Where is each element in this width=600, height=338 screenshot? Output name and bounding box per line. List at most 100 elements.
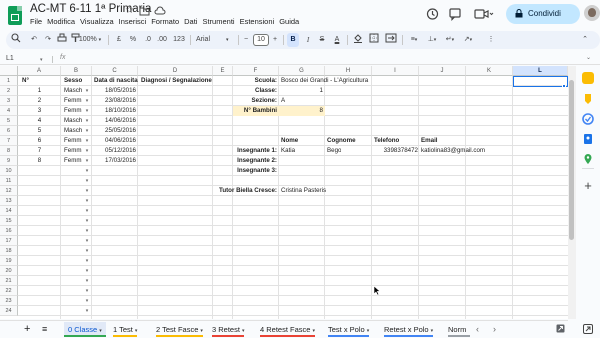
menu-estensioni[interactable]: Estensioni [240, 17, 275, 26]
student-data[interactable]: 18/10/2016 [92, 106, 136, 116]
student-data[interactable]: 18/05/2016 [92, 86, 136, 96]
sesso-dropdown-icon[interactable]: ▾ [84, 216, 90, 226]
horizontal-align-icon[interactable]: ≡▾ [406, 33, 422, 47]
redo-icon[interactable]: ↷ [42, 33, 54, 47]
student-n[interactable]: 4 [18, 116, 61, 126]
row-header[interactable]: 6 [0, 126, 18, 136]
student-data[interactable]: 04/06/2016 [92, 136, 136, 146]
font-size-input[interactable]: 10 [253, 34, 269, 46]
cloud-status-icon[interactable] [154, 5, 166, 16]
percent-format-button[interactable]: % [128, 33, 138, 47]
student-sesso[interactable]: Femm [64, 106, 86, 116]
classe-label[interactable]: Classe: [233, 86, 277, 96]
student-data[interactable]: 05/12/2016 [92, 146, 136, 156]
student-n[interactable]: 7 [18, 146, 61, 156]
scuola-value[interactable]: Bosco dei Grandi - L'Agricultura [281, 76, 371, 86]
sesso-dropdown-icon[interactable]: ▾ [84, 86, 90, 96]
sezione-value[interactable]: A [281, 96, 321, 106]
sesso-dropdown-icon[interactable]: ▾ [84, 186, 90, 196]
row-header[interactable]: 10 [0, 166, 18, 176]
scuola-label[interactable]: Scuola: [233, 76, 277, 86]
sesso-dropdown-icon[interactable]: ▾ [84, 156, 90, 166]
increase-decimal-button[interactable]: .00 [155, 33, 169, 47]
tutor-label[interactable]: Tutor Biella Cresce: [200, 186, 277, 196]
row-header[interactable]: 21 [0, 276, 18, 286]
row-header[interactable]: 1 [0, 76, 18, 86]
menu-dati[interactable]: Dati [184, 17, 197, 26]
sheet-tab[interactable]: 3 Retest ▾ [212, 322, 245, 337]
student-sesso[interactable]: Femm [64, 146, 86, 156]
star-icon[interactable]: ☆ [124, 5, 135, 16]
tasks-icon[interactable] [582, 112, 594, 125]
sheet-tab-menu-icon[interactable]: ▾ [200, 328, 203, 334]
row-header[interactable]: 16 [0, 226, 18, 236]
sesso-dropdown-icon[interactable]: ▾ [84, 96, 90, 106]
select-all-corner[interactable] [0, 66, 18, 76]
font-family-select[interactable]: Arial ▾ [196, 33, 232, 47]
row-header[interactable]: 17 [0, 236, 18, 246]
merge-cells-icon[interactable] [384, 33, 398, 47]
currency-format-button[interactable]: £ [114, 33, 124, 47]
row-header[interactable]: 11 [0, 176, 18, 186]
row-header[interactable]: 13 [0, 196, 18, 206]
student-n[interactable]: 6 [18, 136, 61, 146]
sheet-tab[interactable]: Test x Polo ▾ [328, 322, 370, 337]
student-n[interactable]: 3 [18, 106, 61, 116]
keep-icon[interactable] [582, 92, 594, 104]
sheet-tab-menu-icon[interactable]: ▾ [431, 328, 434, 334]
student-sesso[interactable]: Femm [64, 156, 86, 166]
sheet-tab-menu-icon[interactable]: ▾ [99, 328, 102, 334]
zoom-select[interactable]: 100% ▾ [75, 33, 105, 47]
header-data-nascita[interactable]: Data di nascita [94, 76, 138, 86]
sesso-dropdown-icon[interactable]: ▾ [84, 306, 90, 316]
bambini-label[interactable]: N° Bambini [233, 106, 277, 116]
header-sesso[interactable]: Sesso [64, 76, 82, 86]
more-options-icon[interactable]: ⋮ [485, 33, 497, 47]
strikethrough-icon[interactable]: S [317, 33, 327, 47]
sheet-tab-menu-icon[interactable]: ▾ [135, 328, 138, 334]
row-header[interactable]: 9 [0, 156, 18, 166]
header-n[interactable]: N° [22, 76, 29, 86]
formula-input[interactable] [72, 54, 562, 64]
column-header-e[interactable]: E [213, 66, 233, 76]
sesso-dropdown-icon[interactable]: ▾ [84, 166, 90, 176]
menu-guida[interactable]: Guida [279, 17, 299, 26]
student-sesso[interactable]: Femm [64, 96, 86, 106]
classe-value[interactable]: 1 [279, 86, 323, 96]
sheet-tab-menu-icon[interactable]: ▾ [367, 328, 370, 334]
row-header[interactable]: 22 [0, 286, 18, 296]
row-header[interactable]: 15 [0, 216, 18, 226]
row-header[interactable]: 24 [0, 306, 18, 316]
insegnante-1-telefono[interactable]: 3398378472 [372, 146, 418, 156]
column-header-f[interactable]: F [233, 66, 279, 76]
column-header-l[interactable]: L [513, 66, 568, 76]
menu-strumenti[interactable]: Strumenti [202, 17, 234, 26]
sheet-tab[interactable]: 1 Test ▾ [113, 322, 138, 337]
sesso-dropdown-icon[interactable]: ▾ [84, 126, 90, 136]
student-n[interactable]: 1 [18, 86, 61, 96]
sesso-dropdown-icon[interactable]: ▾ [84, 106, 90, 116]
row-header[interactable]: 19 [0, 256, 18, 266]
bold-button[interactable]: B [287, 33, 299, 47]
print-icon[interactable] [56, 33, 68, 47]
add-sheet-icon[interactable]: + [24, 322, 30, 337]
search-menus-icon[interactable] [10, 33, 22, 47]
student-data[interactable]: 23/08/2016 [92, 96, 136, 106]
contacts-icon[interactable] [582, 132, 594, 144]
vertical-align-icon[interactable]: ⊥▾ [424, 33, 440, 47]
insegnante-2-label[interactable]: Insegnante 2: [213, 156, 277, 166]
fill-color-icon[interactable] [352, 33, 364, 47]
sesso-dropdown-icon[interactable]: ▾ [84, 116, 90, 126]
column-header-i[interactable]: I [372, 66, 419, 76]
insegnante-3-label[interactable]: Insegnante 3: [213, 166, 277, 176]
increase-font-size-button[interactable]: + [271, 33, 279, 47]
sheet-tab[interactable]: 2 Test Fasce ▾ [156, 322, 203, 337]
explore-icon[interactable] [582, 322, 594, 334]
sesso-dropdown-icon[interactable]: ▾ [84, 226, 90, 236]
row-header[interactable]: 18 [0, 246, 18, 256]
sheet-tab[interactable]: 4 Retest Fasce ▾ [260, 322, 315, 337]
insegnante-1-label[interactable]: Insegnante 1: [213, 146, 277, 156]
text-wrap-icon[interactable]: ↵▾ [442, 33, 458, 47]
column-header-g[interactable]: G [279, 66, 325, 76]
meet-icon[interactable] [474, 7, 494, 21]
